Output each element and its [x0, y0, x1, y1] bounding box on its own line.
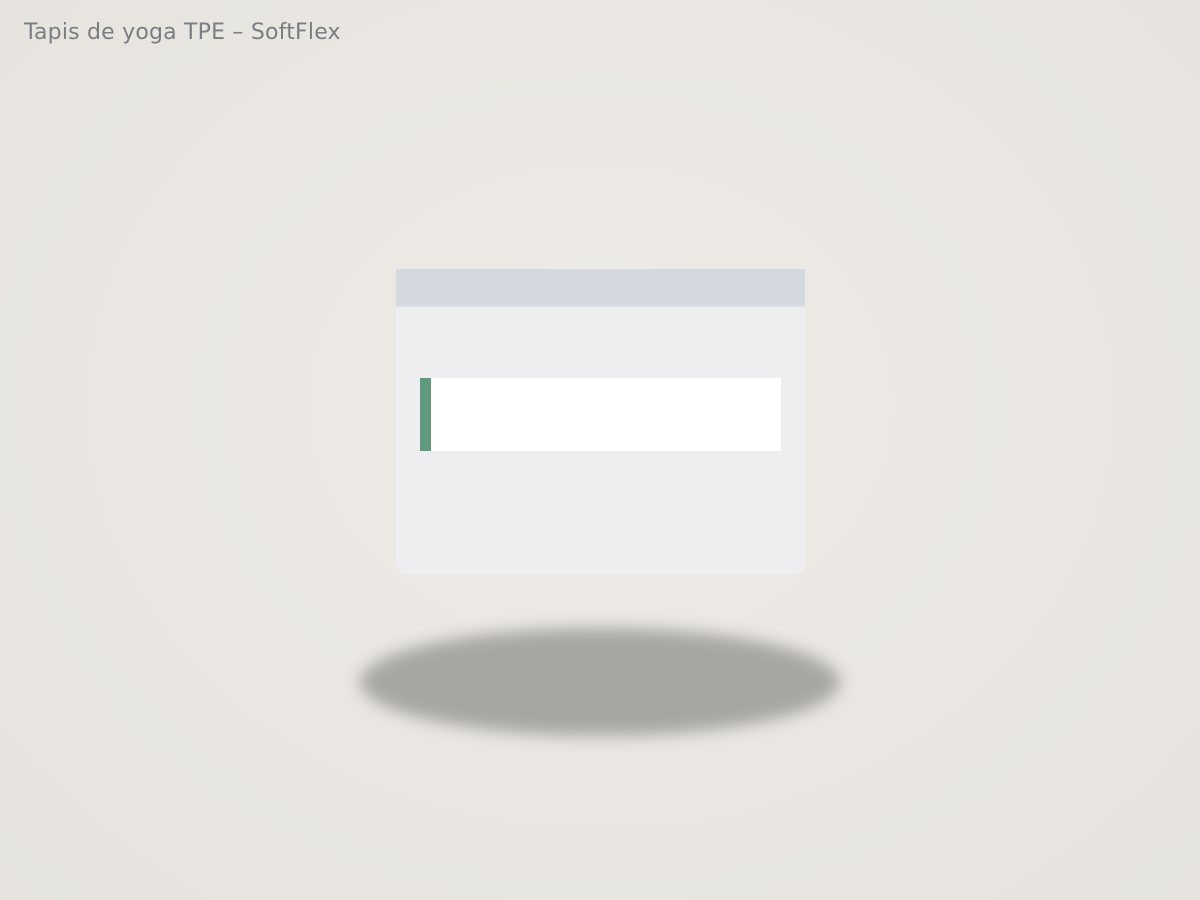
yoga-mat-image [420, 378, 781, 451]
page-title: Tapis de yoga TPE – SoftFlex [24, 20, 341, 45]
card-header [396, 269, 805, 306]
floor-shadow [360, 628, 840, 736]
mat-accent-edge [420, 378, 431, 451]
card-header-divider [396, 306, 805, 307]
product-card [396, 269, 805, 575]
